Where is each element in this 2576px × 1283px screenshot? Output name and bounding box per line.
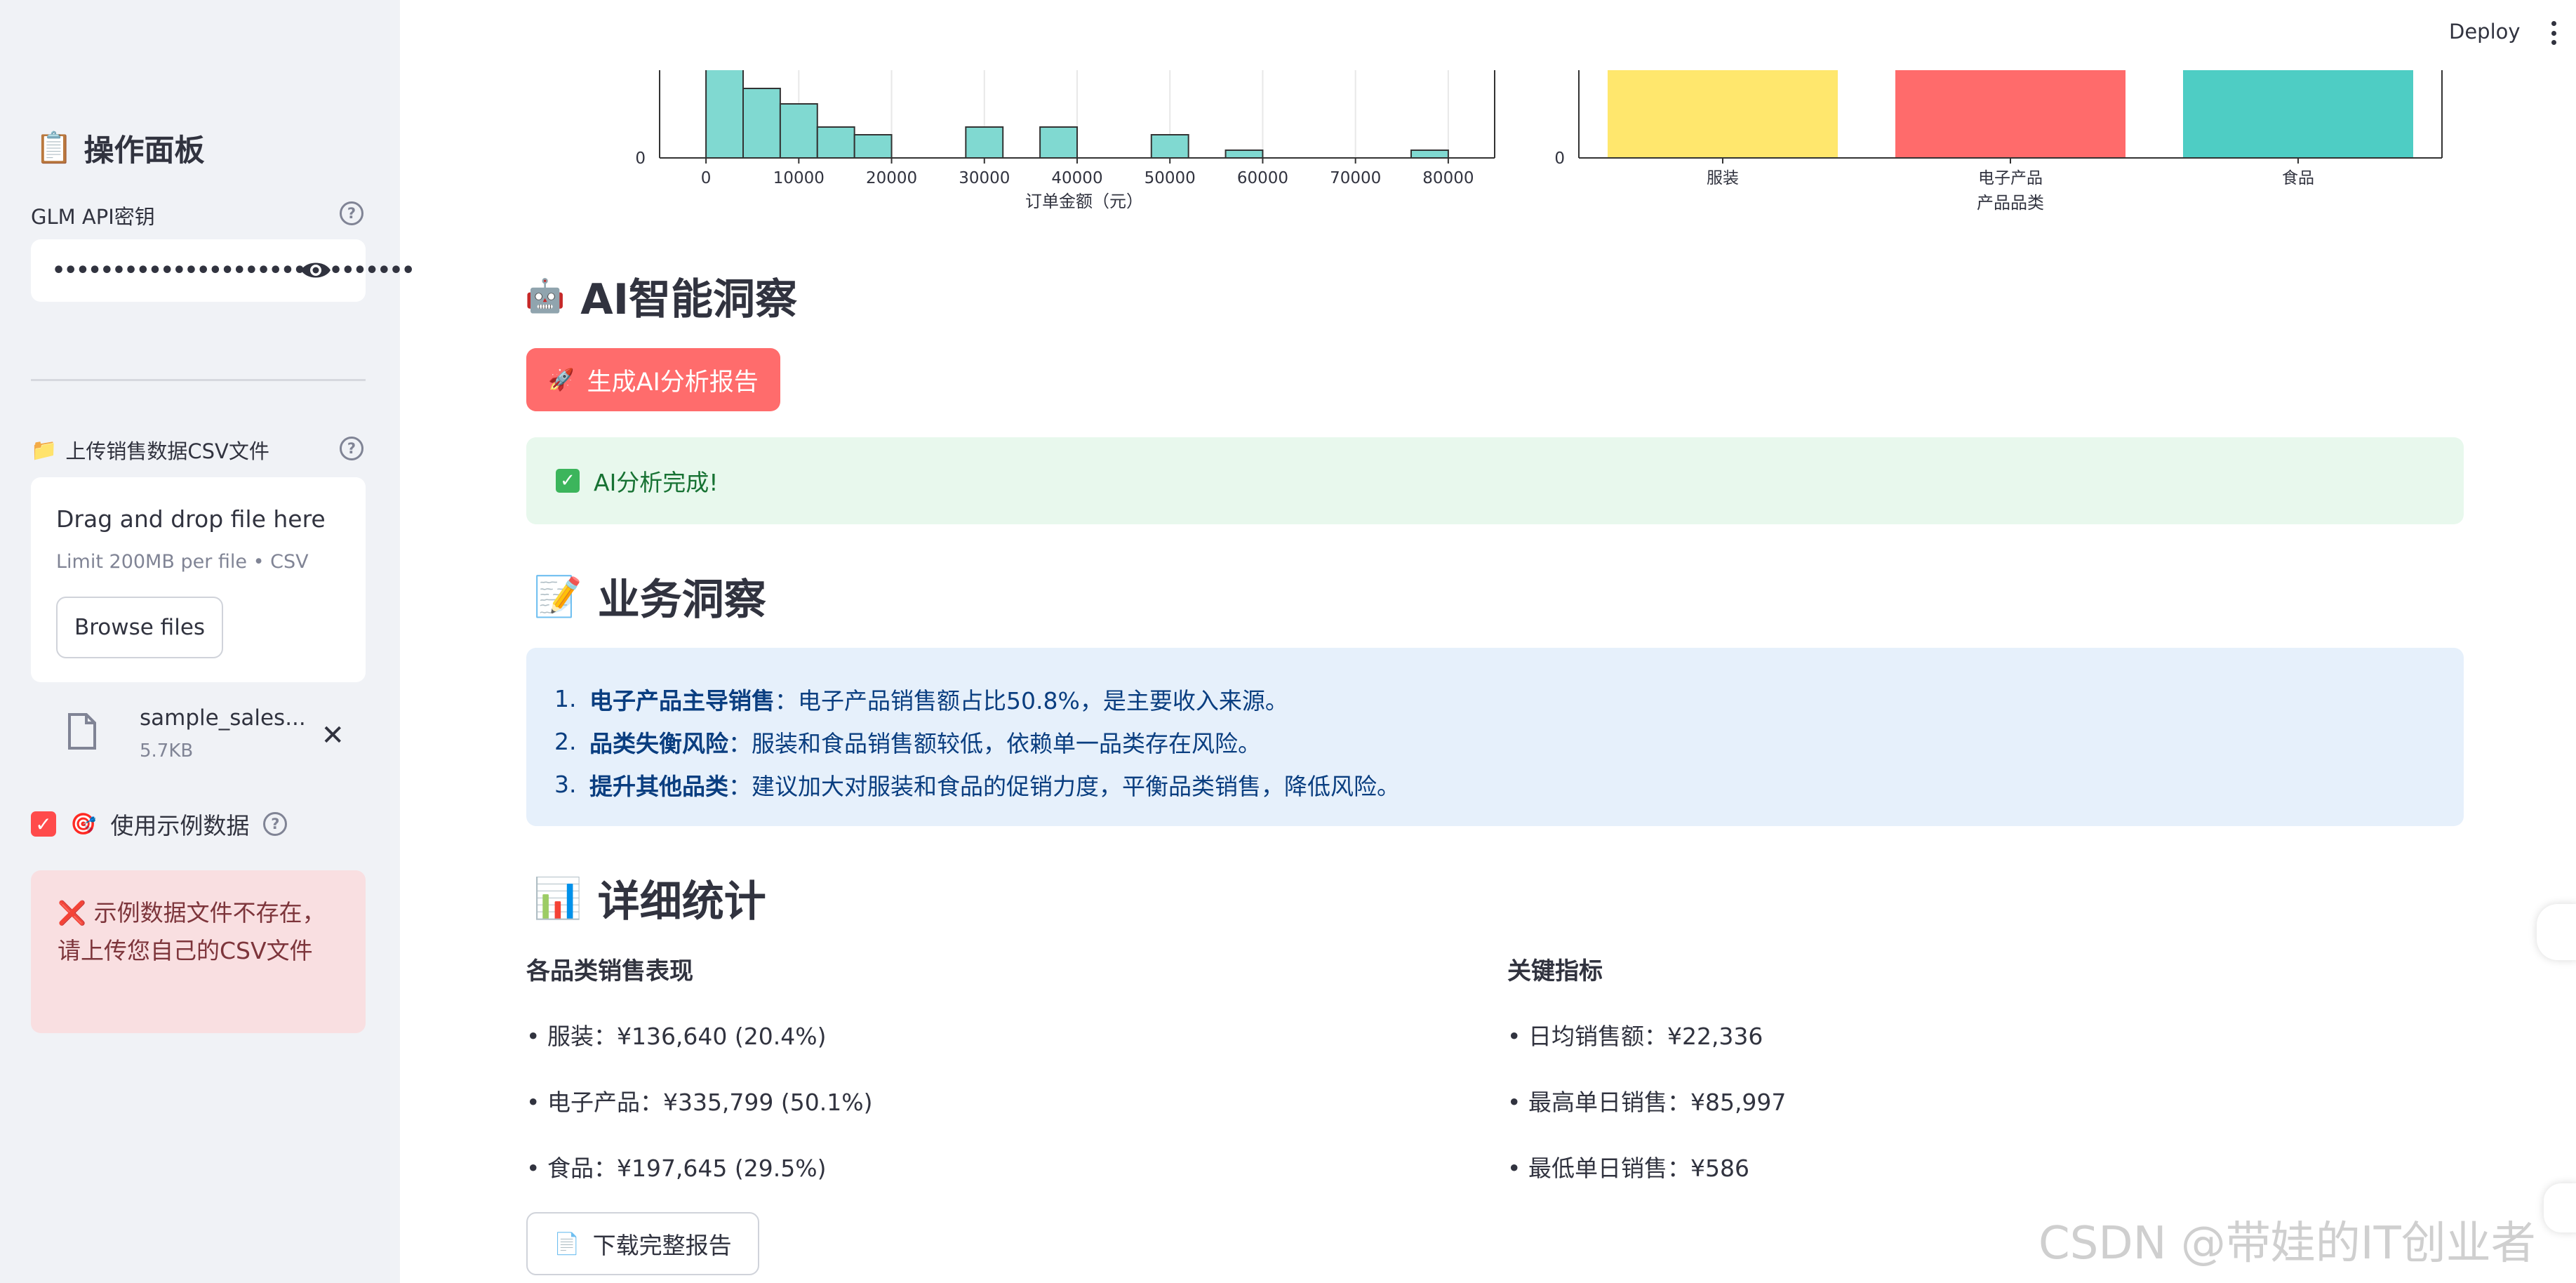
generate-report-button[interactable]: 🚀 生成AI分析报告 [526, 348, 780, 411]
x-tick-label: 80000 [1422, 169, 1474, 187]
histogram-bar [742, 88, 781, 159]
api-key-input[interactable]: •••••••••••••••••••••••••••••• [31, 239, 415, 302]
histogram-bar [965, 126, 1004, 159]
success-alert: ✓ AI分析完成! [526, 437, 2464, 524]
robot-icon: 🤖 [525, 277, 566, 314]
browse-files-button[interactable]: Browse files [56, 597, 223, 658]
check-icon: ✓ [556, 469, 580, 493]
x-tick-label: 30000 [959, 169, 1010, 187]
insight-item: 1. 电子产品主导销售 ：电子产品销售额占比50.8%，是主要收入来源。 [554, 685, 1288, 714]
help-icon[interactable]: ? [340, 437, 363, 460]
clipboard-icon: 📋 [35, 131, 73, 166]
x-tick-label: 20000 [866, 169, 917, 187]
error-alert: ❌ 示例数据文件不存在，请上传您自己的CSV文件 [31, 870, 366, 1033]
document-icon: 📄 [554, 1231, 580, 1256]
file-name: sample_sales... [140, 705, 306, 731]
y-tick-label: 0 [1554, 149, 1565, 168]
category-bar-chart: 服装 电子产品 食品 0 产品品类 [1554, 70, 2443, 213]
x-axis-label: 订单金额（元） [1025, 192, 1143, 211]
kpi-stat: • 日均销售额：¥22,336 [1507, 1023, 1763, 1050]
histogram-bar [816, 126, 855, 159]
bar-chart-icon: 📊 [533, 875, 582, 922]
category-bar [1608, 70, 1838, 158]
x-tick-label: 0 [701, 169, 712, 187]
floating-tool-icon[interactable] [2544, 1183, 2576, 1232]
sidebar-title: 📋 操作面板 [35, 131, 205, 168]
ai-insight-heading: 🤖 AI智能洞察 [525, 275, 798, 324]
x-tick-label: 10000 [773, 169, 825, 187]
histogram-bar [1150, 134, 1189, 159]
x-tick-label: 电子产品 [1978, 169, 2043, 187]
category-stat: • 食品：¥197,645 (29.5%) [526, 1155, 827, 1182]
file-size: 5.7KB [140, 740, 194, 762]
x-tick-label: 服装 [1707, 169, 1739, 187]
watermark: CSDN @带娃的IT创业者 [2038, 1218, 2536, 1270]
insights-list: 1. 电子产品主导销售 ：电子产品销售额占比50.8%，是主要收入来源。 2. … [526, 648, 2464, 826]
insights-heading: 📝 业务洞察 [533, 573, 766, 625]
sidebar: 📋 操作面板 GLM API密钥 ? •••••••••••••••••••••… [0, 0, 415, 1283]
eye-icon[interactable] [300, 259, 332, 281]
x-tick-label: 60000 [1237, 169, 1288, 187]
dropzone-title: Drag and drop file here [56, 505, 326, 533]
category-bar [2183, 70, 2413, 158]
memo-icon: 📝 [533, 573, 582, 620]
kpi-title: 关键指标 [1507, 957, 1603, 985]
category-performance-title: 各品类销售表现 [526, 957, 693, 985]
uploaded-file: sample_sales... 5.7KB ✕ [31, 698, 366, 769]
histogram-bar [705, 70, 745, 159]
category-bar [1895, 70, 2125, 158]
category-stat: • 电子产品：¥335,799 (50.1%) [526, 1089, 873, 1116]
sample-data-checkbox[interactable]: ✓ 🎯 使用示例数据 ? [31, 807, 288, 841]
file-dropzone[interactable]: Drag and drop file here Limit 200MB per … [31, 477, 366, 682]
help-icon[interactable]: ? [340, 201, 363, 225]
folder-icon: 📁 [31, 437, 58, 463]
histogram-bar [1410, 149, 1449, 159]
kpi-stat: • 最高单日销售：¥85,997 [1507, 1089, 1787, 1116]
order-amount-histogram: 0 0 10000 20000 30000 40000 50000 60000 70000 800… [635, 70, 1495, 211]
x-tick-label: 70000 [1330, 169, 1381, 187]
upload-label: 📁 上传销售数据CSV文件 [31, 437, 269, 464]
api-key-label: GLM API密钥 [31, 205, 155, 229]
y-tick-label: 0 [635, 149, 646, 168]
insight-item: 3. 提升其他品类 ：建议加大对服装和食品的促销力度，平衡品类销售，降低风险。 [554, 771, 1400, 800]
histogram-bar [1224, 149, 1264, 159]
rocket-icon: 🚀 [548, 367, 575, 392]
floating-assistant-icon[interactable] [2537, 904, 2576, 960]
kpi-stat: • 最低单日销售：¥586 [1507, 1155, 1749, 1182]
dropzone-limit: Limit 200MB per file • CSV [56, 551, 309, 573]
histogram-bar [853, 134, 893, 159]
download-report-button[interactable]: 📄 下载完整报告 [526, 1212, 759, 1275]
sidebar-divider [31, 379, 366, 381]
x-axis-label: 产品品类 [1977, 193, 2044, 213]
close-icon[interactable]: ✕ [321, 719, 345, 752]
help-icon[interactable]: ? [263, 812, 288, 836]
category-stat: • 服装：¥136,640 (20.4%) [526, 1023, 827, 1050]
histogram-bar [779, 103, 818, 159]
stats-heading: 📊 详细统计 [533, 875, 766, 927]
histogram-bar [1039, 126, 1078, 159]
file-icon [68, 713, 96, 750]
x-tick-label: 食品 [2282, 169, 2314, 187]
deploy-button[interactable]: Deploy [2449, 20, 2521, 44]
checkbox-checked-icon[interactable]: ✓ [31, 811, 56, 837]
target-icon: 🎯 [70, 811, 97, 837]
insight-item: 2. 品类失衡风险 ：服装和食品销售额较低，依赖单一品类存在风险。 [554, 728, 1261, 757]
x-tick-label: 40000 [1051, 169, 1102, 187]
x-tick-label: 50000 [1144, 169, 1196, 187]
main-menu-icon[interactable] [2551, 21, 2557, 45]
